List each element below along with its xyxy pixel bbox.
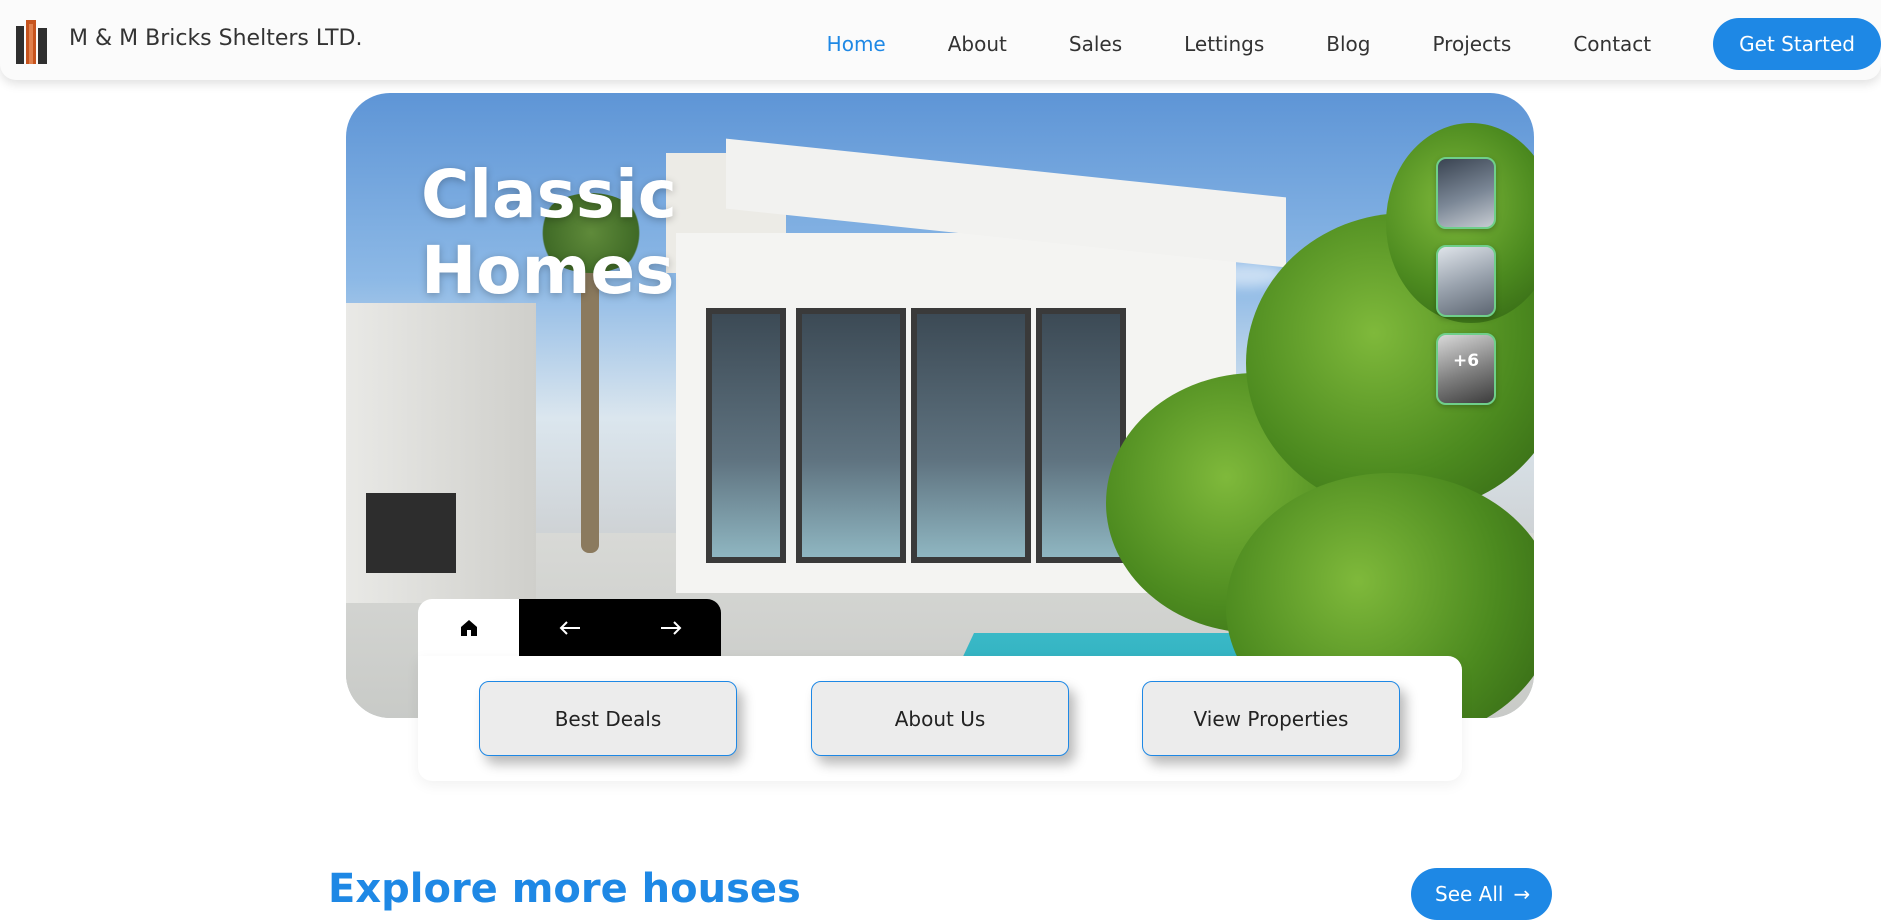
arrow-right-icon bbox=[660, 621, 681, 635]
arrow-right-icon: → bbox=[1513, 882, 1531, 906]
hero-controls bbox=[418, 599, 721, 657]
hero-title: Classic Homes bbox=[421, 157, 677, 309]
hero-action-panel: Best Deals About Us View Properties bbox=[418, 656, 1462, 781]
main-nav: Home About Sales Lettings Blog Projects … bbox=[827, 18, 1881, 70]
gallery-thumbnail[interactable] bbox=[1436, 245, 1496, 317]
home-tab-button[interactable] bbox=[418, 599, 519, 657]
hero-title-line2: Homes bbox=[421, 232, 675, 309]
gallery-thumbnails: +6 bbox=[1436, 157, 1496, 421]
explore-section-title: Explore more houses bbox=[328, 866, 801, 912]
gallery-thumbnail[interactable] bbox=[1436, 157, 1496, 229]
nav-blog[interactable]: Blog bbox=[1326, 32, 1370, 56]
top-navbar: M & M Bricks Shelters LTD. Home About Sa… bbox=[0, 0, 1881, 80]
see-all-button[interactable]: See All → bbox=[1411, 868, 1552, 920]
nav-contact[interactable]: Contact bbox=[1573, 32, 1651, 56]
about-us-button[interactable]: About Us bbox=[811, 681, 1069, 756]
best-deals-button[interactable]: Best Deals bbox=[479, 681, 737, 756]
home-icon bbox=[460, 620, 477, 636]
nav-home[interactable]: Home bbox=[827, 32, 886, 56]
get-started-button[interactable]: Get Started bbox=[1713, 18, 1881, 70]
nav-lettings[interactable]: Lettings bbox=[1184, 32, 1264, 56]
arrow-left-icon bbox=[559, 621, 580, 635]
prev-slide-button[interactable] bbox=[519, 599, 620, 657]
nav-projects[interactable]: Projects bbox=[1432, 32, 1511, 56]
see-all-label: See All bbox=[1435, 882, 1504, 906]
hero-title-line1: Classic bbox=[421, 156, 677, 233]
view-properties-button[interactable]: View Properties bbox=[1142, 681, 1400, 756]
nav-about[interactable]: About bbox=[948, 32, 1007, 56]
building-logo-icon[interactable] bbox=[12, 16, 52, 64]
gallery-thumbnail-more[interactable]: +6 bbox=[1436, 333, 1496, 405]
nav-sales[interactable]: Sales bbox=[1069, 32, 1122, 56]
next-slide-button[interactable] bbox=[620, 599, 721, 657]
brand-name[interactable]: M & M Bricks Shelters LTD. bbox=[69, 26, 362, 51]
more-photos-count: +6 bbox=[1452, 351, 1480, 371]
